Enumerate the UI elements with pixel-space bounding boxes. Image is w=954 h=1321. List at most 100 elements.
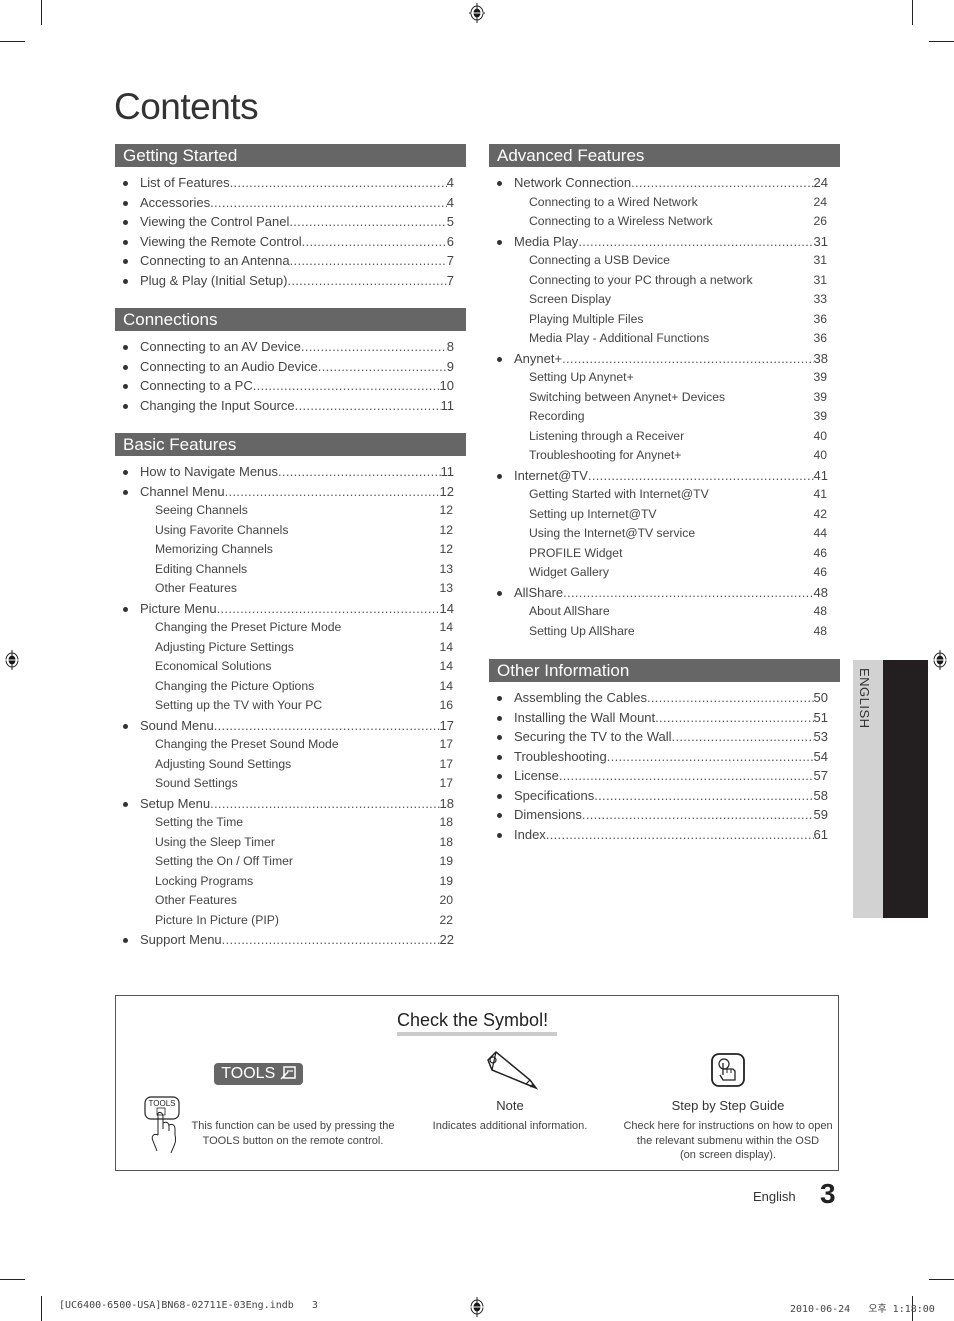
toc-subentry[interactable]: Screen Display 33 [489,290,840,310]
toc-subentry[interactable]: Widget Gallery 46 [489,563,840,583]
toc-subentry-label: Switching between Anynet+ Devices [529,389,726,404]
toc-entry[interactable]: Media Play 31 [489,232,840,252]
toc-subentry[interactable]: Using the Internet@TV service 44 [489,524,840,544]
toc-entry-page: 14 [439,600,454,616]
toc-entry-page: 41 [813,467,828,483]
toc-entry-label: Installing the Wall Mount [514,709,656,725]
toc-subentry[interactable]: Locking Programs 19 [115,872,466,892]
toc-subentry[interactable]: Changing the Picture Options 14 [115,677,466,697]
tools-badge-label: TOOLS [221,1065,276,1082]
toc-entry[interactable]: List of Features 4 [115,173,466,193]
toc-subentry[interactable]: Using the Sleep Timer 18 [115,833,466,853]
toc-entry[interactable]: Channel Menu 12 [115,482,466,502]
toc-subentry[interactable]: Setting Up Anynet+ 39 [489,368,840,388]
toc-subentry[interactable]: About AllShare 48 [489,602,840,622]
toc-subentry-label: Using Favorite Channels [155,522,289,537]
toc-subentry[interactable]: Other Features 13 [115,579,466,599]
toc-subentry[interactable]: Recording 39 [489,407,840,427]
dot-leader [290,251,447,271]
toc-entry[interactable]: How to Navigate Menus 11 [115,462,466,482]
toc-subentry[interactable]: Sound Settings 17 [115,774,466,794]
bullet-icon [123,259,128,264]
toc-subentry[interactable]: Connecting to your PC through a network 3… [489,271,840,291]
toc-subentry[interactable]: Changing the Preset Picture Mode 14 [115,618,466,638]
bullet-icon [497,813,502,818]
toc-entry[interactable]: Plug & Play (Initial Setup) 7 [115,271,466,291]
toc-subentry[interactable]: Media Play - Additional Functions 36 [489,329,840,349]
crop-mark [41,0,42,25]
toc-entry[interactable]: Securing the TV to the Wall 53 [489,727,840,747]
crop-mark [912,0,913,25]
toc-subentry[interactable]: Getting Started with Internet@TV 41 [489,485,840,505]
toc-subentry-page: 20 [439,893,453,907]
toc-entry-label: Specifications [514,787,595,803]
bullet-icon [123,606,128,612]
toc-subentry[interactable]: Setting the On / Off Timer 19 [115,852,466,872]
toc-subentry[interactable]: Economical Solutions 14 [115,657,466,677]
toc-entry[interactable]: Connecting to an Audio Device 9 [115,357,466,377]
toc-subentry-label: Screen Display [529,292,611,306]
toc-subentry[interactable]: Using Favorite Channels 12 [115,521,466,541]
toc-subentry[interactable]: Adjusting Picture Settings 14 [115,638,466,658]
pencil-note-icon [487,1050,538,1090]
toc-entry[interactable]: Installing the Wall Mount 51 [489,708,840,728]
toc-entry[interactable]: Accessories 4 [115,193,466,213]
toc-subentry-page: 17 [439,756,453,771]
toc-entry[interactable]: Dimensions 59 [489,805,840,825]
toc-subentry[interactable]: Listening through a Receiver 40 [489,427,840,447]
toc-entry[interactable]: Support Menu 22 [115,930,466,950]
toc-subentry-label: Memorizing Channels [155,542,273,556]
toc-subentry[interactable]: Memorizing Channels 12 [115,540,466,560]
toc-subentry[interactable]: Picture In Picture (PIP) 22 [115,911,466,931]
toc-subentry[interactable]: Setting the Time 18 [115,813,466,833]
toc-entry[interactable]: Picture Menu 14 [115,599,466,619]
toc-entry[interactable]: Sound Menu 17 [115,716,466,736]
toc-subentry[interactable]: Switching between Anynet+ Devices 39 [489,388,840,408]
toc-subentry[interactable]: Setting up the TV with Your PC 16 [115,696,466,716]
toc-entry-label: Viewing the Control Panel [140,214,290,229]
bullet-icon [497,181,502,186]
toc-subentry-label: Setting the On / Off Timer [155,854,293,868]
toc-entry[interactable]: Viewing the Control Panel 5 [115,212,466,232]
toc-subentry[interactable]: Seeing Channels 12 [115,501,466,521]
toc-entry-label: Plug & Play (Initial Setup) [140,272,288,288]
dot-leader [225,482,440,502]
step-guide-description-line: (on screen display). [680,1149,776,1161]
toc-subentry-page: 46 [813,545,827,560]
toc-section: Advanced FeaturesNetwork Connection24Con… [489,144,840,641]
toc-entry[interactable]: Setup Menu 18 [115,794,466,814]
toc-entry[interactable]: License 57 [489,766,840,786]
toc-entry[interactable]: Specifications 58 [489,786,840,806]
toc-entry[interactable]: Changing the Input Source 11 [115,396,466,416]
toc-subentry[interactable]: PROFILE Widget 46 [489,544,840,564]
toc-subentry[interactable]: Connecting to a Wireless Network 26 [489,212,840,232]
toc-subentry[interactable]: Adjusting Sound Settings 17 [115,755,466,775]
toc-subentry[interactable]: Troubleshooting for Anynet+ 40 [489,446,840,466]
toc-subentry[interactable]: Other Features 20 [115,891,466,911]
toc-subentry-label: Other Features [155,581,237,595]
toc-subentry[interactable]: Changing the Preset Sound Mode 17 [115,735,466,755]
toc-entry[interactable]: Internet@TV 41 [489,466,840,486]
toc-subentry[interactable]: Connecting to a Wired Network 24 [489,193,840,213]
toc-subentry-label: Changing the Preset Picture Mode [155,620,342,634]
toc-entry[interactable]: Viewing the Remote Control 6 [115,232,466,252]
bullet-icon [123,470,128,475]
toc-entry[interactable]: Index 61 [489,825,840,845]
toc-subentry-label: Widget Gallery [529,565,609,579]
toc-subentry-label: Troubleshooting for Anynet+ [529,448,682,462]
toc-entry[interactable]: Network Connection 24 [489,173,840,193]
toc-entry[interactable]: AllShare 48 [489,583,840,603]
toc-entry[interactable]: Connecting to a PC 10 [115,376,466,396]
toc-subentry[interactable]: Editing Channels 13 [115,560,466,580]
toc-subentry[interactable]: Connecting a USB Device 31 [489,251,840,271]
toc-subentry[interactable]: Playing Multiple Files 36 [489,310,840,330]
toc-subentry[interactable]: Setting up Internet@TV 42 [489,505,840,525]
toc-subentry-label: Listening through a Receiver [529,428,685,443]
toc-subentry[interactable]: Setting Up AllShare 48 [489,622,840,642]
toc-entry[interactable]: Anynet+ 38 [489,349,840,369]
toc-entry[interactable]: Troubleshooting 54 [489,747,840,767]
toc-entry[interactable]: Connecting to an AV Device 8 [115,337,466,357]
toc-entry[interactable]: Connecting to an Antenna 7 [115,251,466,271]
toc-subentry-page: 14 [439,678,453,693]
toc-entry[interactable]: Assembling the Cables 50 [489,688,840,708]
